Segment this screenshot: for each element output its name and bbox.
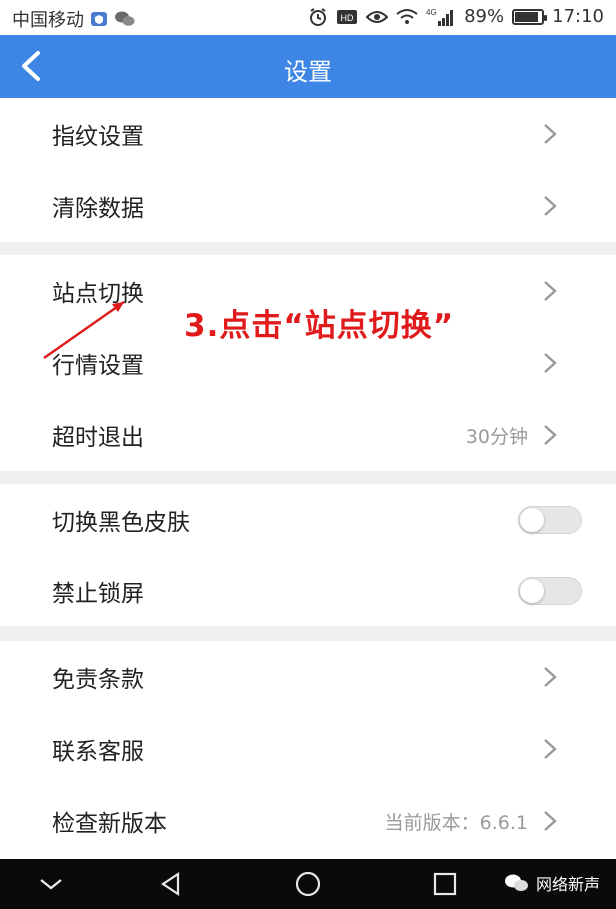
row-label: 免责条款 <box>52 667 144 693</box>
chevron-down-icon <box>40 879 62 890</box>
signal-icon: 4G <box>426 7 456 27</box>
no-lock-toggle[interactable] <box>518 576 582 605</box>
row-label: 检查新版本 <box>52 811 167 837</box>
nav-collapse-button[interactable] <box>37 871 65 897</box>
chevron-right-icon <box>544 196 557 216</box>
chevron-right-icon <box>544 281 557 301</box>
battery-icon <box>512 8 548 25</box>
row-label: 指纹设置 <box>52 124 144 150</box>
chevron-right-icon <box>544 353 557 373</box>
app-header: 设置 <box>0 35 616 98</box>
shield-icon <box>90 10 108 28</box>
wechat-icon <box>504 874 528 891</box>
svg-text:HD: HD <box>341 13 354 23</box>
hd-icon: HD <box>336 9 358 25</box>
settings-row-no-lock: 禁止锁屏 <box>0 555 616 626</box>
settings-row-disclaimer[interactable]: 免责条款 <box>0 641 616 713</box>
row-label: 切换黑色皮肤 <box>52 509 190 536</box>
home-circle-icon <box>295 871 321 897</box>
row-label: 清除数据 <box>52 196 144 222</box>
settings-row-dark-skin: 切换黑色皮肤 <box>0 484 616 555</box>
chevron-right-icon <box>544 124 557 144</box>
dark-skin-toggle[interactable] <box>518 505 582 534</box>
status-bar: 中国移动 HD 4G 89% 17:10 <box>0 0 616 35</box>
row-value: 30分钟 <box>465 425 528 448</box>
status-left: 中国移动 <box>12 6 136 32</box>
watermark-text: 网络新声 <box>535 875 600 894</box>
nav-back-button[interactable] <box>157 871 185 897</box>
nav-bar: 网络新声 <box>0 859 616 909</box>
carrier-label: 中国移动 <box>12 10 84 31</box>
battery-percent: 89% <box>464 6 505 27</box>
status-right: HD 4G 89% 17:10 <box>308 6 604 27</box>
back-triangle-icon <box>161 871 180 897</box>
settings-row-support[interactable]: 联系客服 <box>0 713 616 785</box>
recents-square-icon <box>433 872 457 896</box>
chevron-right-icon <box>544 667 557 687</box>
settings-group-4: 免责条款 联系客服 检查新版本 当前版本：6.6.1 <box>0 641 616 859</box>
chevron-right-icon <box>544 425 557 445</box>
settings-group-3: 切换黑色皮肤 禁止锁屏 <box>0 484 616 626</box>
alarm-icon <box>308 7 328 27</box>
toggle-knob <box>520 507 544 532</box>
settings-row-timeout[interactable]: 超时退出 30分钟 <box>0 399 616 471</box>
row-value: 当前版本：6.6.1 <box>384 811 528 834</box>
row-label: 禁止锁屏 <box>52 580 144 607</box>
eye-icon <box>366 9 389 25</box>
settings-row-check-version[interactable]: 检查新版本 当前版本：6.6.1 <box>0 785 616 857</box>
annotation-arrow-icon <box>43 301 125 359</box>
settings-row-clear-data[interactable]: 清除数据 <box>0 170 616 242</box>
settings-group-1: 指纹设置 清除数据 <box>0 98 616 242</box>
wifi-icon <box>396 8 418 26</box>
clock: 17:10 <box>552 6 604 27</box>
signal-tag: 4G <box>426 8 437 17</box>
page-title: 设置 <box>284 58 332 86</box>
toggle-knob <box>520 578 544 603</box>
nav-home-button[interactable] <box>294 871 322 897</box>
settings-row-fingerprint[interactable]: 指纹设置 <box>0 98 616 170</box>
chevron-right-icon <box>544 811 557 831</box>
watermark: 网络新声 <box>504 871 600 895</box>
chevron-right-icon <box>544 739 557 759</box>
row-label: 联系客服 <box>52 739 144 765</box>
annotation-text: 3.点击“站点切换” <box>184 308 455 344</box>
wechat-icon <box>114 10 136 28</box>
nav-recents-button[interactable] <box>431 871 459 897</box>
row-label: 超时退出 <box>52 425 144 451</box>
